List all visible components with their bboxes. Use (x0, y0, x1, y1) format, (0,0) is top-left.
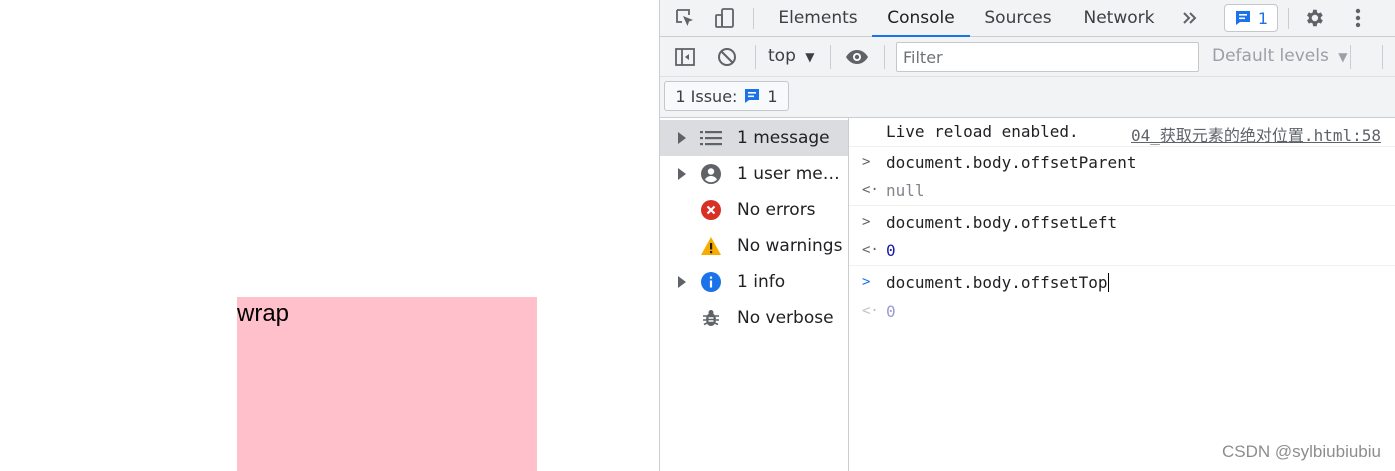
info-icon (700, 271, 722, 293)
console-result-row: <· null (849, 177, 1395, 206)
divider (1350, 45, 1351, 69)
console-prompt-text: document.body.offsetTop (886, 273, 1108, 292)
expand-arrow-icon[interactable] (678, 276, 686, 288)
log-levels-value: Default levels (1212, 46, 1329, 66)
context-selector[interactable]: top ▼ (768, 46, 815, 66)
sidebar-item-label: No warnings (737, 236, 843, 256)
console-prompt-row[interactable]: > document.body.offsetTop (849, 269, 1395, 298)
clear-console-icon[interactable] (715, 45, 739, 69)
result-arrow-icon: <· (862, 182, 879, 198)
console-log-row: Live reload enabled. 04_获取元素的绝对位置.html:5… (849, 118, 1395, 147)
issues-label: 1 Issue: (675, 86, 738, 106)
dropdown-arrow-icon: ▼ (1338, 50, 1348, 64)
console-prompt-input[interactable]: document.body.offsetTop (886, 273, 1109, 292)
result-arrow-icon: <· (862, 303, 879, 319)
warning-icon (700, 235, 722, 257)
console-input-row: > document.body.offsetLeft (849, 209, 1395, 238)
sidebar-item-errors[interactable]: No errors (660, 192, 848, 228)
watermark: CSDN @sylbiubiubiu (1222, 442, 1381, 461)
list-icon (700, 127, 722, 149)
log-source-link[interactable]: 04_获取元素的绝对位置.html:58 (1131, 122, 1381, 146)
console-result: 0 (886, 241, 896, 260)
page-preview: wrap (0, 0, 659, 471)
expand-arrow-icon[interactable] (678, 132, 686, 144)
device-toolbar-icon[interactable] (713, 6, 737, 30)
sidebar-item-label: 1 info (737, 272, 786, 292)
divider (1288, 8, 1289, 29)
wrap-label: wrap (237, 300, 290, 327)
gear-icon[interactable] (1302, 6, 1326, 30)
text-cursor (1107, 273, 1109, 292)
console-eager-result-row: <· 0 (849, 298, 1395, 327)
chevron-right-icon: > (862, 274, 871, 290)
console-result: null (886, 181, 925, 200)
filter-input[interactable] (896, 42, 1199, 72)
inspect-element-icon[interactable] (673, 6, 697, 30)
sidebar-item-label: No errors (737, 200, 816, 220)
message-icon (745, 89, 760, 103)
console-output[interactable]: Live reload enabled. 04_获取元素的绝对位置.html:5… (849, 118, 1395, 471)
divider (830, 45, 831, 69)
chevron-right-icon: > (862, 154, 871, 170)
issues-button-count: 1 (767, 86, 778, 106)
issues-button[interactable]: 1 Issue: 1 (664, 81, 789, 111)
sidebar-item-label: 1 message (737, 128, 830, 148)
console-sidebar: 1 message 1 user mess... No errors No wa… (660, 118, 849, 471)
more-tabs-icon[interactable] (1178, 6, 1202, 30)
sidebar-item-info[interactable]: 1 info (660, 264, 848, 300)
devtools-tabbar: Elements Console Sources Network 1 (660, 0, 1395, 37)
log-message: Live reload enabled. (886, 122, 1079, 141)
tab-sources[interactable]: Sources (976, 0, 1060, 37)
console-input-row: > document.body.offsetParent (849, 149, 1395, 178)
log-levels-selector[interactable]: Default levels ▼ (1212, 46, 1347, 66)
dropdown-arrow-icon: ▼ (805, 50, 815, 64)
console-input: document.body.offsetLeft (886, 213, 1118, 232)
message-icon (1235, 11, 1250, 25)
user-icon (700, 163, 722, 185)
tab-console[interactable]: Console (872, 0, 970, 37)
sidebar-item-verbose[interactable]: No verbose (660, 300, 848, 336)
divider (1382, 45, 1383, 69)
console-toolbar: top ▼ Default levels ▼ (660, 37, 1395, 77)
console-input: document.body.offsetParent (886, 153, 1137, 172)
eye-icon[interactable] (845, 45, 869, 69)
sidebar-toggle-icon[interactable] (673, 45, 697, 69)
console-eager-result: 0 (886, 302, 896, 321)
divider (884, 45, 885, 69)
expand-arrow-icon[interactable] (678, 168, 686, 180)
divider (755, 45, 756, 69)
tab-network[interactable]: Network (1074, 0, 1164, 37)
chevron-right-icon: > (862, 214, 871, 230)
devtools-panel: Elements Console Sources Network 1 top ▼ (659, 0, 1395, 471)
console-result-row: <· 0 (849, 237, 1395, 266)
sidebar-item-user-messages[interactable]: 1 user mess... (660, 156, 848, 192)
sidebar-item-label: No verbose (737, 308, 834, 328)
error-icon (700, 199, 722, 221)
context-value: top (768, 46, 796, 66)
sidebar-item-warnings[interactable]: No warnings (660, 228, 848, 264)
issues-counter-button[interactable]: 1 (1224, 4, 1278, 32)
wrap-box: wrap (237, 297, 537, 471)
sidebar-item-label: 1 user mess... (737, 164, 847, 184)
issues-bar: 1 Issue: 1 (660, 77, 1395, 118)
issues-count: 1 (1257, 8, 1269, 28)
more-options-icon[interactable] (1346, 6, 1370, 30)
sidebar-item-messages[interactable]: 1 message (660, 120, 848, 156)
tab-elements[interactable]: Elements (770, 0, 866, 37)
bug-icon (700, 307, 722, 329)
result-arrow-icon: <· (862, 242, 879, 258)
divider (753, 8, 754, 29)
